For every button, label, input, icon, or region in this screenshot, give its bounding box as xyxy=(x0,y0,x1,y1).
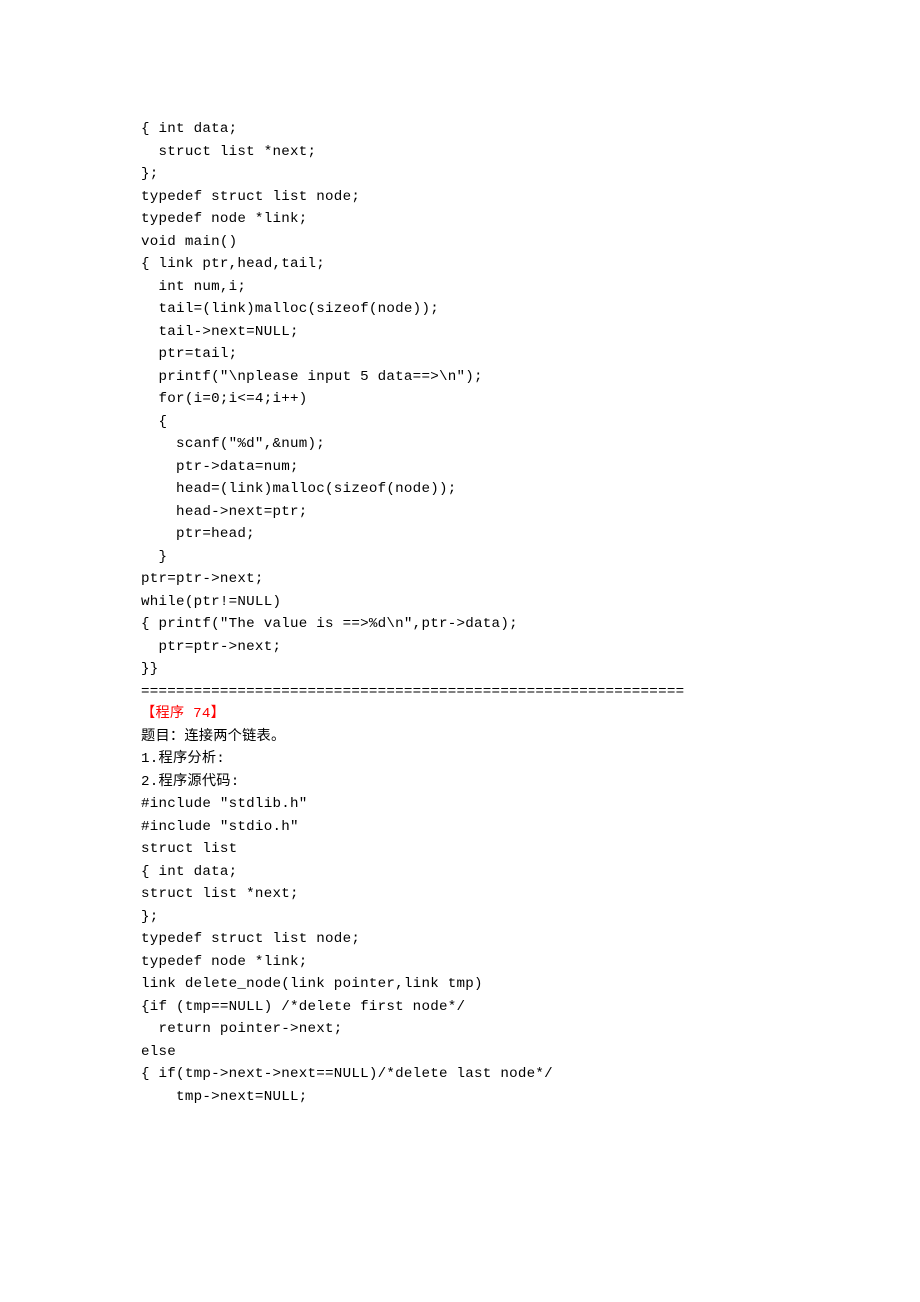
code-line: else xyxy=(141,1041,781,1064)
code-line: 1.程序分析: xyxy=(141,748,781,771)
code-line: #include "stdio.h" xyxy=(141,816,781,839)
code-line: 题目：连接两个链表。 xyxy=(141,726,781,749)
code-line: { int data; xyxy=(141,861,781,884)
code-line: head->next=ptr; xyxy=(141,501,781,524)
code-line: tmp->next=NULL; xyxy=(141,1086,781,1109)
code-line: { link ptr,head,tail; xyxy=(141,253,781,276)
code-line: typedef node *link; xyxy=(141,208,781,231)
code-line: ptr=head; xyxy=(141,523,781,546)
code-line: for(i=0;i<=4;i++) xyxy=(141,388,781,411)
code-line: ptr=ptr->next; xyxy=(141,636,781,659)
code-line: struct list *next; xyxy=(141,141,781,164)
code-line: typedef struct list node; xyxy=(141,186,781,209)
code-line: void main() xyxy=(141,231,781,254)
code-line: tail=(link)malloc(sizeof(node)); xyxy=(141,298,781,321)
code-line: printf("\nplease input 5 data==>\n"); xyxy=(141,366,781,389)
code-line: scanf("%d",&num); xyxy=(141,433,781,456)
code-line: { int data; xyxy=(141,118,781,141)
code-line: {if (tmp==NULL) /*delete first node*/ xyxy=(141,996,781,1019)
code-line: head=(link)malloc(sizeof(node)); xyxy=(141,478,781,501)
code-line: { xyxy=(141,411,781,434)
code-line: tail->next=NULL; xyxy=(141,321,781,344)
code-line: 2.程序源代码: xyxy=(141,771,781,794)
code-line: int num,i; xyxy=(141,276,781,299)
code-line: }; xyxy=(141,906,781,929)
code-line: ptr=ptr->next; xyxy=(141,568,781,591)
code-line: return pointer->next; xyxy=(141,1018,781,1041)
code-line: while(ptr!=NULL) xyxy=(141,591,781,614)
code-line: link delete_node(link pointer,link tmp) xyxy=(141,973,781,996)
code-line: }} xyxy=(141,658,781,681)
code-line: typedef node *link; xyxy=(141,951,781,974)
code-line: }; xyxy=(141,163,781,186)
code-line: { printf("The value is ==>%d\n",ptr->dat… xyxy=(141,613,781,636)
code-line: #include "stdlib.h" xyxy=(141,793,781,816)
code-line: { if(tmp->next->next==NULL)/*delete last… xyxy=(141,1063,781,1086)
document-page: { int data; struct list *next;};typedef … xyxy=(0,0,781,1108)
code-line: typedef struct list node; xyxy=(141,928,781,951)
code-line: ptr->data=num; xyxy=(141,456,781,479)
code-line: } xyxy=(141,546,781,569)
code-line: struct list xyxy=(141,838,781,861)
code-line: 【程序 74】 xyxy=(141,703,781,726)
code-line: ========================================… xyxy=(141,681,781,704)
code-line: ptr=tail; xyxy=(141,343,781,366)
code-line: struct list *next; xyxy=(141,883,781,906)
